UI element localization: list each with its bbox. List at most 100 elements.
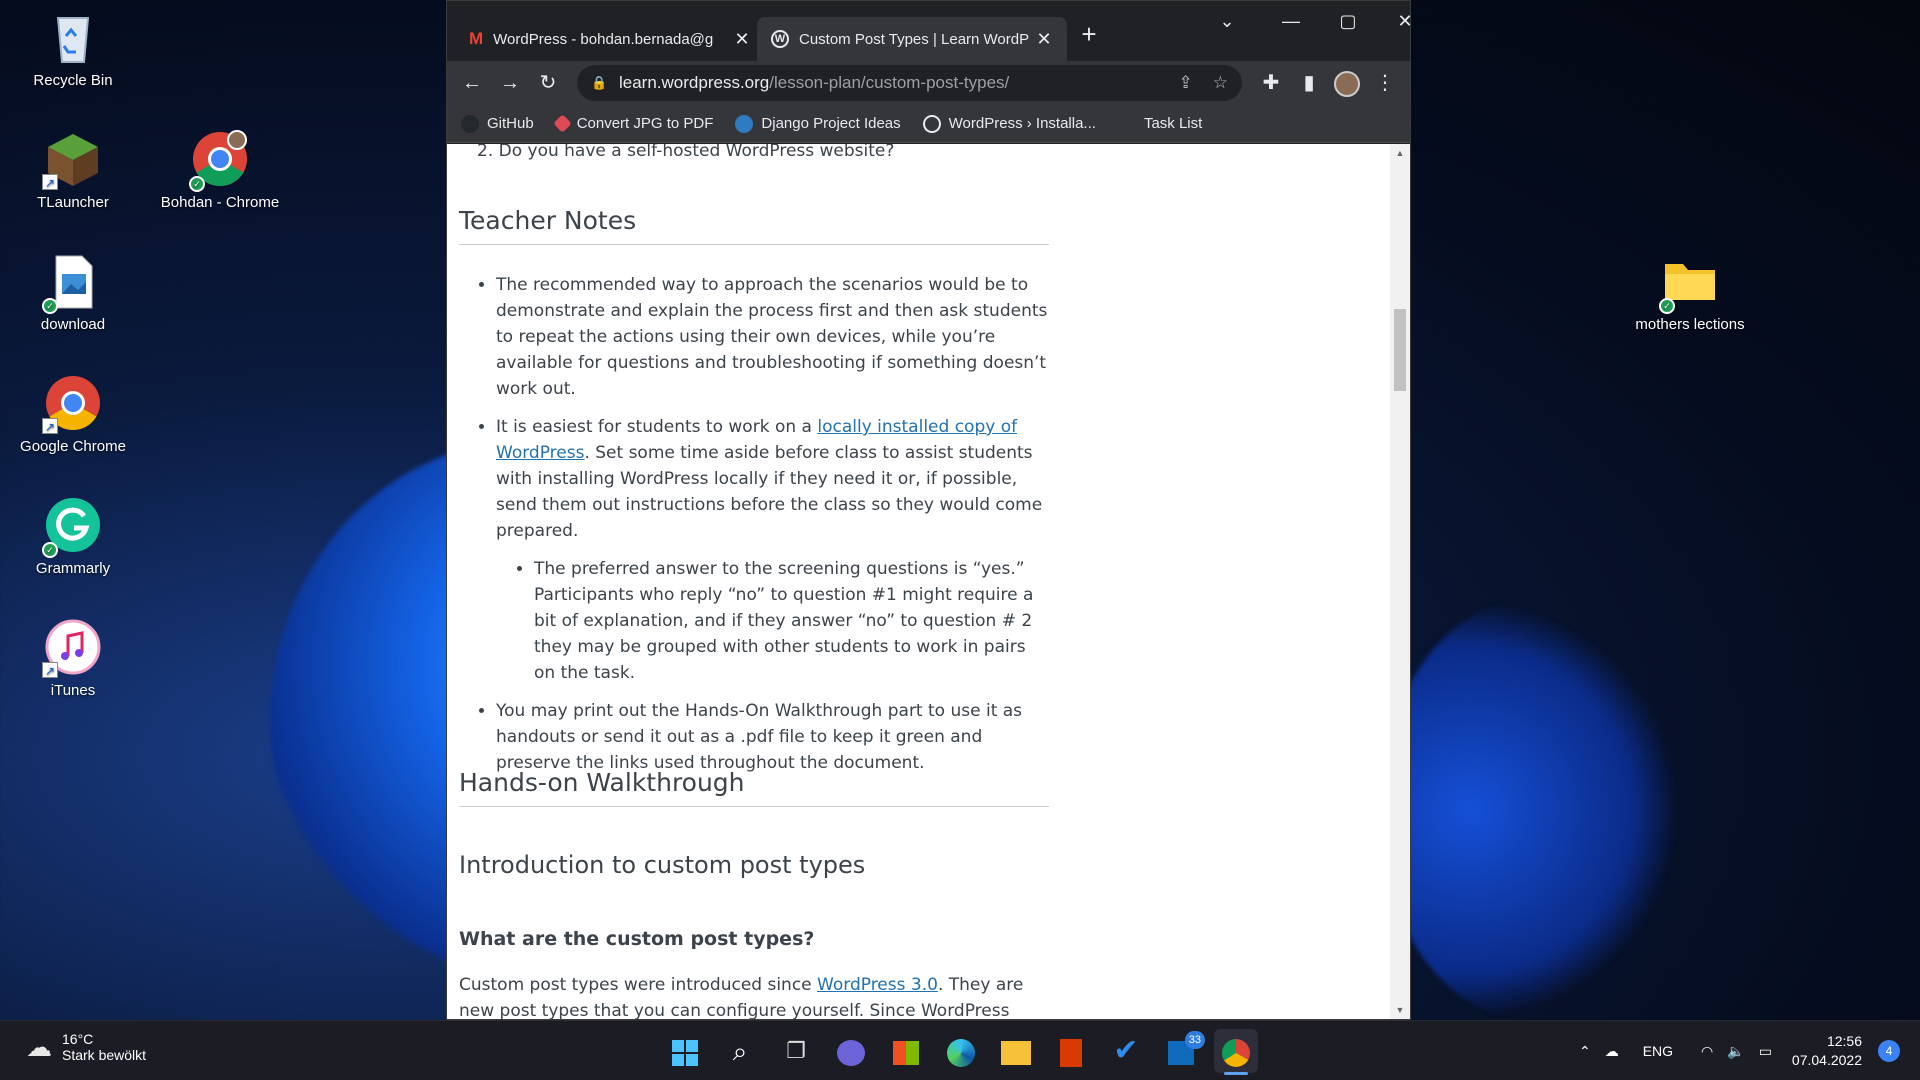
bookmark-label: GitHub	[487, 115, 534, 132]
address-bar[interactable]: 🔒 learn.wordpress.org/lesson-plan/custom…	[577, 65, 1242, 101]
shortcut-arrow-icon: ↗	[42, 174, 58, 190]
share-icon[interactable]: ⇪	[1179, 73, 1193, 93]
system-tray: ⌃ ☁ ENG ◠ 🔈 ▭ 12:56 07.04.2022 4	[1565, 1021, 1900, 1080]
wordpress-icon	[922, 114, 941, 133]
weather-desc: Stark bewölkt	[62, 1047, 147, 1063]
scrollbar[interactable]: ▲ ▼	[1390, 144, 1410, 1019]
grammarly-icon: ✓	[42, 496, 102, 558]
scroll-down-icon[interactable]: ▼	[1390, 1001, 1410, 1019]
forward-icon[interactable]: →	[491, 67, 529, 99]
weather-widget[interactable]: ☁ 16°C Stark bewölkt	[26, 1031, 146, 1063]
list-item: The preferred answer to the screening qu…	[534, 556, 1049, 686]
outlook-icon[interactable]: 33	[1159, 1029, 1205, 1073]
list-item: The recommended way to approach the scen…	[496, 272, 1049, 402]
minecraft-grass-block-icon: ↗	[42, 130, 102, 190]
office-icon[interactable]	[1049, 1029, 1093, 1073]
folder-icon: ✓	[1659, 252, 1719, 314]
search-icon[interactable]: ⌕	[718, 1029, 762, 1073]
sub-list: The preferred answer to the screening qu…	[496, 556, 1049, 686]
extensions-icon[interactable]: ✚	[1252, 67, 1290, 99]
list-item: You may print out the Hands-On Walkthrou…	[496, 698, 1049, 776]
teams-chat-icon[interactable]	[829, 1029, 873, 1073]
bookmark-django[interactable]: Django Project Ideas	[735, 114, 901, 133]
reload-icon[interactable]: ↻	[529, 67, 567, 99]
chrome-icon: ↗	[42, 374, 102, 434]
back-icon[interactable]: ←	[453, 67, 491, 99]
taskbar: ☁ 16°C Stark bewölkt ⌕ ❐ ✔ 33 ⌃ ☁ ENG ◠ …	[0, 1020, 1920, 1080]
bookmark-label: Convert JPG to PDF	[576, 115, 714, 132]
convert-icon	[552, 114, 572, 133]
notification-count[interactable]: 4	[1878, 1040, 1900, 1062]
todo-icon[interactable]: ✔	[1104, 1029, 1148, 1073]
chevron-up-icon[interactable]: ⌃	[1579, 1043, 1591, 1060]
wallpaper-bloom-right	[1380, 600, 1680, 1020]
scroll-thumb[interactable]	[1394, 309, 1406, 391]
chrome-window: M WordPress - bohdan.bernada@g ✕ W Custo…	[446, 0, 1413, 1020]
bookmark-label: WordPress › Installa...	[948, 115, 1096, 132]
question-2: 2. Do you have a self-hosted WordPress w…	[477, 144, 895, 161]
desktop-icon-itunes[interactable]: ↗ iTunes	[3, 618, 143, 699]
shortcut-arrow-icon: ↗	[42, 418, 58, 434]
battery-icon[interactable]: ▭	[1759, 1043, 1772, 1060]
scroll-up-icon[interactable]: ▲	[1390, 144, 1410, 162]
desktop-icon-mothers-lections[interactable]: ✓ mothers lections	[1620, 252, 1760, 333]
tab-search-icon[interactable]: ⌄	[1204, 5, 1250, 37]
desktop-icon-label: TLauncher	[37, 194, 109, 211]
profile-avatar[interactable]	[1328, 67, 1366, 99]
clock[interactable]: 12:56 07.04.2022	[1792, 1032, 1862, 1070]
chrome-icon[interactable]	[1214, 1029, 1258, 1075]
note-text: It is easiest for students to work on a	[496, 417, 818, 437]
what-heading: What are the custom post types?	[459, 928, 815, 950]
desktop-icon-label: Bohdan - Chrome	[160, 194, 280, 211]
close-icon[interactable]: ✕	[733, 29, 751, 50]
volume-icon[interactable]: 🔈	[1727, 1043, 1744, 1060]
minimize-button[interactable]: —	[1268, 5, 1314, 37]
desktop-icon-label: iTunes	[50, 682, 96, 699]
sync-check-icon: ✓	[42, 542, 58, 558]
windows-start-icon[interactable]	[663, 1029, 707, 1073]
desktop-icon-grammarly[interactable]: ✓ Grammarly	[3, 496, 143, 577]
file-explorer-icon[interactable]	[994, 1029, 1038, 1073]
menu-icon[interactable]: ⋮	[1366, 67, 1404, 99]
wifi-icon[interactable]: ◠	[1701, 1043, 1713, 1060]
task-view-icon[interactable]: ❐	[774, 1029, 818, 1073]
desktop-icon-label: Recycle Bin	[33, 72, 113, 89]
itunes-icon: ↗	[42, 618, 102, 678]
teacher-notes-list: The recommended way to approach the scen…	[459, 272, 1049, 788]
list-item: It is easiest for students to work on a …	[496, 414, 1049, 686]
microsoft-store-icon[interactable]	[884, 1029, 928, 1073]
sync-check-icon: ✓	[189, 176, 205, 192]
desktop-icon-tlauncher[interactable]: ↗ TLauncher	[3, 130, 143, 211]
notification-badge: 33	[1184, 1031, 1205, 1049]
close-icon[interactable]: ✕	[1035, 29, 1053, 50]
close-window-button[interactable]: ✕	[1382, 5, 1428, 37]
lock-icon: 🔒	[591, 75, 608, 90]
bookmark-wordpress[interactable]: WordPress › Installa...	[922, 114, 1096, 133]
side-panel-icon[interactable]: ▮	[1290, 67, 1328, 99]
desktop-icon-recycle-bin[interactable]: Recycle Bin	[3, 8, 143, 89]
django-icon	[735, 114, 754, 133]
bookmark-star-icon[interactable]: ☆	[1213, 73, 1228, 93]
sync-check-icon: ✓	[1659, 298, 1675, 314]
onedrive-icon[interactable]: ☁	[1605, 1043, 1619, 1060]
desktop-icon-google-chrome[interactable]: ↗ Google Chrome	[3, 374, 143, 455]
new-tab-button[interactable]: +	[1071, 19, 1107, 50]
desktop-icon-bohdan-chrome[interactable]: ✓ Bohdan - Chrome	[150, 130, 290, 211]
bookmark-convert-jpg[interactable]: Convert JPG to PDF	[552, 114, 714, 133]
weather-temp: 16°C	[62, 1031, 94, 1047]
maximize-button[interactable]: ▢	[1325, 5, 1371, 37]
desktop-icon-download[interactable]: ✓ download	[3, 252, 143, 333]
date: 07.04.2022	[1791, 1052, 1862, 1068]
tab-title: Custom Post Types | Learn WordP	[799, 30, 1030, 48]
edge-icon[interactable]	[939, 1029, 983, 1073]
tab-title: WordPress - bohdan.bernada@g	[493, 30, 714, 48]
tab-gmail[interactable]: M WordPress - bohdan.bernada@g ✕	[455, 17, 765, 61]
bookmarks-bar: GitHub Convert JPG to PDF Django Project…	[447, 105, 1410, 143]
wordpress-3-link[interactable]: WordPress 3.0	[817, 975, 938, 995]
bookmark-github[interactable]: GitHub	[461, 114, 534, 133]
page-content: 2. Do you have a self-hosted WordPress w…	[447, 144, 1392, 1019]
bookmark-task-list[interactable]: Task List	[1118, 115, 1202, 133]
cloud-icon: ☁	[26, 1031, 52, 1062]
language-indicator[interactable]: ENG	[1643, 1043, 1673, 1059]
tab-custom-post-types[interactable]: W Custom Post Types | Learn WordP ✕	[757, 17, 1067, 61]
